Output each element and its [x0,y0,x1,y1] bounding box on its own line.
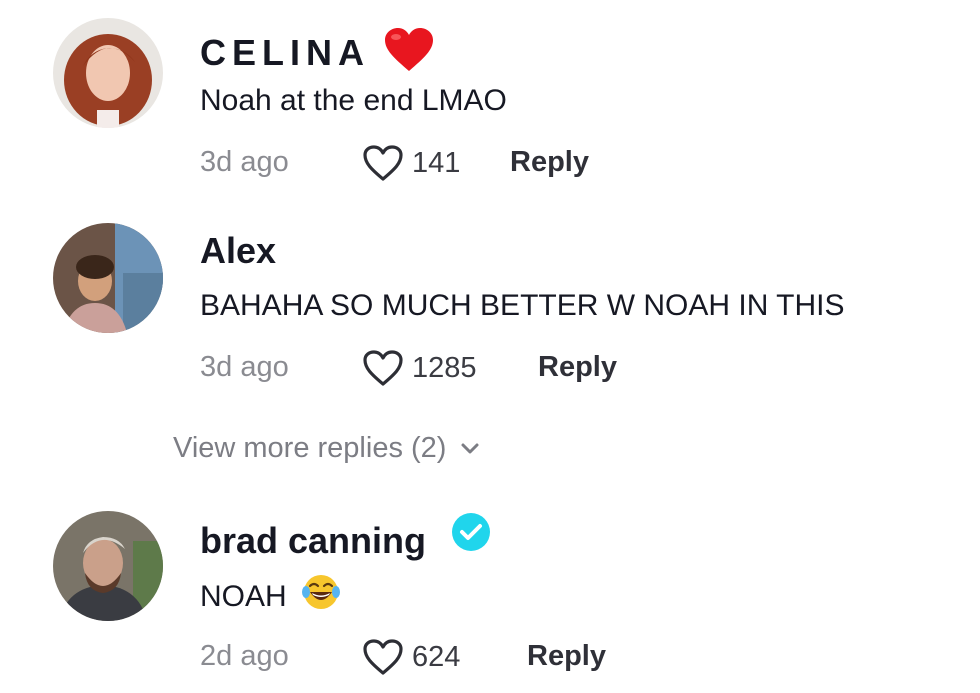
avatar[interactable] [53,223,163,333]
like-count: 1285 [412,351,477,384]
like-count: 624 [412,640,461,673]
reply-button[interactable]: Reply [527,642,606,671]
heart-outline-icon [363,639,403,675]
reply-button[interactable]: Reply [510,148,589,177]
reply-button[interactable]: Reply [538,353,617,382]
comment-text: NOAH [200,575,341,618]
heart-outline-icon [363,350,403,386]
comment-text: Noah at the end LMAO [200,84,507,117]
username[interactable]: brad canning [200,513,492,559]
like-button[interactable]: 141 [362,144,460,182]
heart-outline-icon [363,145,403,181]
heart-emoji-icon [384,28,434,78]
verified-badge-icon [450,511,492,559]
username[interactable]: CELINA [200,28,434,78]
view-more-replies-button[interactable]: View more replies (2) [173,432,480,465]
timestamp: 2d ago [200,640,289,672]
chevron-down-icon [461,443,479,453]
like-button[interactable]: 1285 [362,349,477,387]
avatar[interactable] [53,511,163,621]
avatar[interactable] [53,18,163,128]
timestamp: 3d ago [200,351,289,383]
comment-text: BAHAHA SO MUCH BETTER W NOAH IN THIS [200,289,845,322]
timestamp: 3d ago [200,146,289,178]
like-count: 141 [412,146,461,179]
like-button[interactable]: 624 [362,638,460,676]
username[interactable]: Alex [200,233,276,269]
tears-of-joy-emoji-icon [301,572,341,618]
view-more-replies-label: View more replies (2) [173,432,447,464]
